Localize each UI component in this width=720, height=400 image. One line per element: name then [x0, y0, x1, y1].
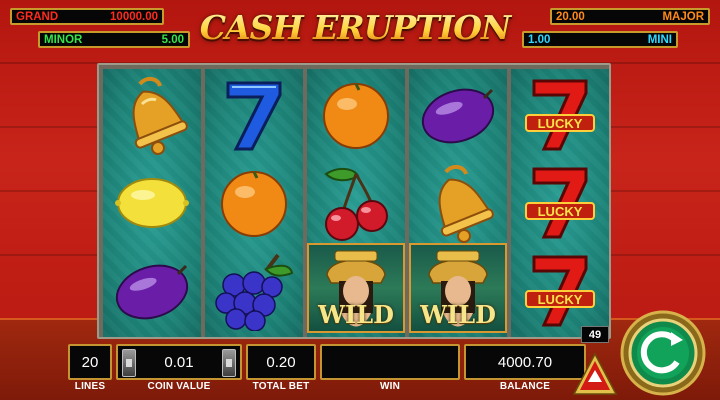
jackpot-grand-label: GRAND [16, 10, 59, 23]
coin-increase-button[interactable] [222, 349, 236, 377]
seven-blue-icon [205, 71, 303, 159]
lines-value: 20 [81, 353, 99, 371]
total-bet-label: TOTAL BET [252, 381, 310, 392]
wild-symbol: WILD [307, 243, 405, 333]
jackpot-grand: GRAND 10000.00 [10, 8, 164, 25]
orange-icon [307, 71, 405, 159]
lucky-seven-icon: LUCKY [511, 159, 609, 247]
coin-value-box[interactable]: 0.01 [116, 344, 242, 380]
jackpot-minor-value: 5.00 [161, 33, 184, 46]
jackpot-major-value: 20.00 [556, 10, 585, 23]
reels-area: LUCKY LUCKY LUCKY WILD WILD [97, 63, 611, 339]
jackpot-minor-label: MINOR [44, 33, 83, 46]
grapes-icon [205, 247, 303, 335]
jackpot-mini: 1.00 MINI [522, 31, 678, 48]
plum-icon [409, 71, 507, 159]
game-title: CASH ERUPTION [190, 8, 520, 58]
spin-counter: 49 [581, 326, 609, 343]
coin-decrease-button[interactable] [122, 349, 136, 377]
bell-icon [103, 71, 201, 159]
reel-1 [103, 69, 201, 337]
total-bet-box: 0.20 [246, 344, 316, 380]
jackpot-major: 20.00 MAJOR [550, 8, 710, 25]
lines-box[interactable]: 20 [68, 344, 112, 380]
win-box [320, 344, 460, 380]
lemon-icon [103, 159, 201, 247]
reel-2 [205, 69, 303, 337]
wild-text: WILD [420, 300, 496, 329]
balance-value: 4000.70 [497, 353, 553, 371]
orange-icon [205, 159, 303, 247]
jackpot-grand-value: 10000.00 [110, 10, 158, 23]
win-label: WIN [379, 381, 401, 392]
bet-up-button[interactable] [572, 352, 618, 396]
reel-5: LUCKY LUCKY LUCKY [511, 69, 609, 337]
lucky-text: LUCKY [538, 292, 583, 307]
jackpot-minor: MINOR 5.00 [38, 31, 190, 48]
bell-icon [409, 159, 507, 247]
lucky-text: LUCKY [538, 204, 583, 219]
lucky-seven-icon: LUCKY [511, 71, 609, 159]
wild-text: WILD [318, 300, 394, 329]
lines-label: LINES [74, 381, 106, 392]
jackpot-mini-value: 1.00 [528, 33, 551, 46]
cherry-icon [307, 159, 405, 247]
lucky-text: LUCKY [538, 116, 583, 131]
balance-label: BALANCE [499, 381, 551, 392]
lucky-seven-icon: LUCKY [511, 247, 609, 335]
spin-button[interactable] [617, 310, 709, 396]
jackpot-major-label: MAJOR [662, 10, 704, 23]
coin-value: 0.01 [164, 353, 194, 371]
total-bet-value: 0.20 [266, 353, 296, 371]
jackpot-mini-label: MINI [647, 33, 672, 46]
plum-icon [103, 247, 201, 335]
balance-box: 4000.70 [464, 344, 586, 380]
coin-value-label: COIN VALUE [147, 381, 211, 392]
wild-symbol: WILD [409, 243, 507, 333]
